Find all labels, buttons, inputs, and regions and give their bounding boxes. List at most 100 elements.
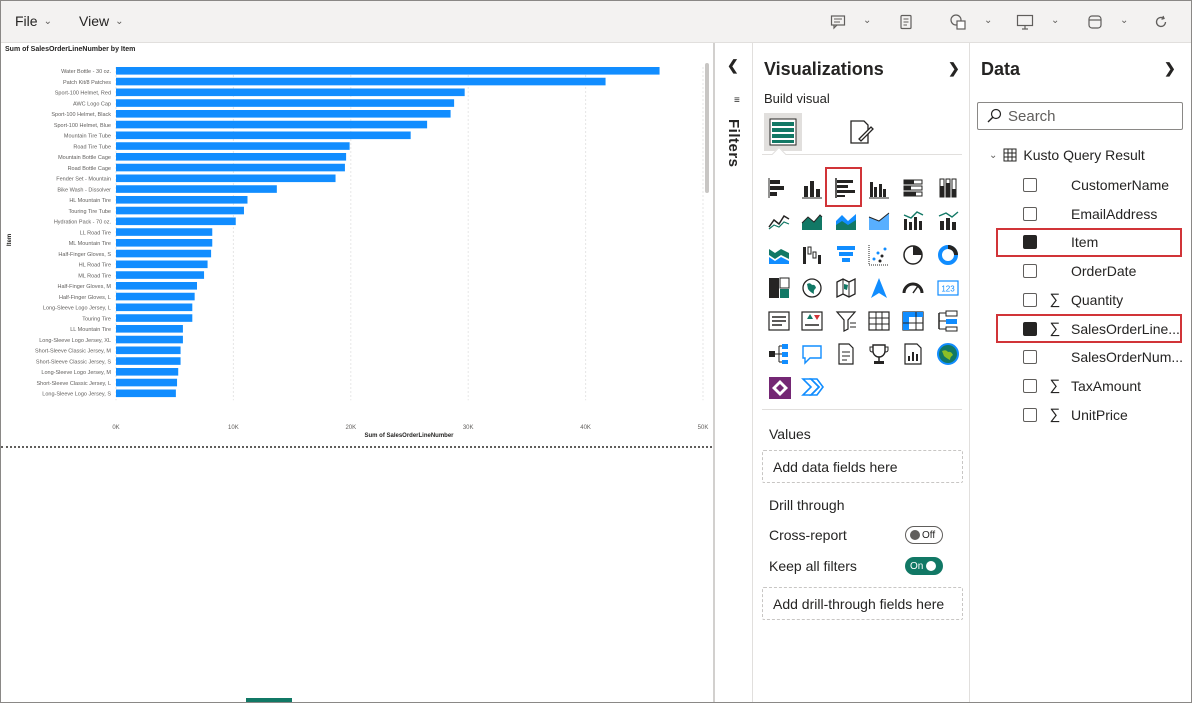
arcgis-map-button[interactable] [935, 341, 961, 367]
cross-report-toggle[interactable]: Off [905, 526, 943, 544]
chevron-down-icon[interactable]: ⌄ [984, 15, 992, 26]
chevron-down-icon[interactable]: ⌄ [1051, 15, 1059, 26]
line-stacked-column-button[interactable] [935, 208, 961, 234]
bar[interactable] [116, 217, 236, 226]
shapes-icon[interactable] [948, 12, 968, 32]
funnel-chart-button[interactable] [833, 242, 859, 268]
scatter-chart-button[interactable] [866, 242, 892, 268]
field-checkbox[interactable] [1023, 378, 1037, 393]
bar-chart[interactable]: 0K 10K 20K 30K 40K 50K Water Bottle - 30 oz. Pa… [1, 43, 712, 443]
bar[interactable] [116, 67, 660, 75]
field-row[interactable]: OrderDate [1023, 260, 1136, 282]
line-clustered-column-button[interactable] [900, 208, 926, 234]
chevron-down-icon[interactable]: ⌄ [863, 15, 871, 26]
bar[interactable] [116, 206, 244, 215]
treemap-button[interactable] [766, 275, 792, 301]
comment-icon[interactable] [828, 12, 848, 32]
build-visual-tab[interactable] [764, 113, 802, 151]
search-input[interactable]: Search [977, 102, 1183, 130]
bar[interactable] [116, 282, 198, 290]
chevron-down-icon[interactable]: ⌄ [1120, 15, 1128, 26]
field-row[interactable]: CustomerName [1023, 174, 1169, 196]
copilot-icon[interactable] [1085, 12, 1105, 32]
stacked-area-button[interactable] [833, 208, 859, 234]
ribbon-area-button[interactable] [866, 208, 892, 234]
ribbon-chart-button[interactable] [766, 242, 792, 268]
field-row[interactable]: ∑ TaxAmount [1023, 375, 1141, 397]
bar[interactable] [116, 249, 212, 258]
100-stacked-bar-button[interactable] [900, 175, 926, 201]
field-row[interactable]: SalesOrderNum... [1023, 346, 1183, 368]
clustered-bar-chart-button[interactable] [833, 175, 859, 201]
table-node[interactable]: ⌄ Kusto Query Result [989, 147, 1145, 163]
bar[interactable] [116, 368, 179, 376]
filled-map-button[interactable] [833, 275, 859, 301]
power-automate-button[interactable] [799, 374, 825, 400]
azure-map-button[interactable] [866, 275, 892, 301]
field-checkbox[interactable] [1023, 321, 1037, 336]
filters-label[interactable]: Filters [725, 119, 742, 168]
bar[interactable] [116, 325, 183, 333]
bar[interactable] [116, 239, 213, 247]
bar[interactable] [116, 346, 181, 355]
report-canvas[interactable]: Sum of SalesOrderLineNumber by Item 0K 10… [1, 43, 712, 702]
keep-filters-toggle[interactable]: On [905, 557, 943, 575]
field-checkbox[interactable] [1023, 206, 1037, 221]
bar[interactable] [116, 292, 195, 301]
bar[interactable] [116, 120, 428, 129]
bar[interactable] [116, 357, 181, 365]
stacked-bar-chart-button[interactable] [766, 175, 792, 201]
table-button[interactable] [866, 308, 892, 334]
bar[interactable] [116, 131, 411, 140]
values-drop-zone[interactable]: Add data fields here [762, 450, 963, 483]
smart-narrative-button[interactable] [833, 341, 859, 367]
field-checkbox[interactable] [1023, 178, 1037, 192]
field-checkbox[interactable] [1023, 264, 1037, 279]
matrix-button[interactable] [900, 308, 926, 334]
bar[interactable] [116, 142, 350, 150]
bar[interactable] [116, 271, 205, 279]
bar[interactable] [116, 77, 606, 86]
present-icon[interactable] [1015, 12, 1035, 32]
format-visual-tab[interactable] [842, 113, 880, 151]
card-button[interactable]: 123 [935, 275, 961, 301]
100-stacked-column-button[interactable] [935, 175, 961, 201]
field-row[interactable]: ∑ UnitPrice [1023, 404, 1128, 426]
paginated-report-button[interactable] [900, 341, 926, 367]
field-checkbox[interactable] [1023, 350, 1037, 365]
bar[interactable] [116, 378, 178, 387]
stacked-column-chart-button[interactable] [799, 175, 825, 201]
bar[interactable] [116, 335, 183, 344]
line-chart-button[interactable] [766, 208, 792, 234]
field-checkbox[interactable] [1023, 235, 1037, 250]
multi-row-card-button[interactable] [766, 308, 792, 334]
bar[interactable] [116, 99, 455, 107]
r-visual-button[interactable] [935, 308, 961, 334]
field-row[interactable]: EmailAddress [1023, 203, 1157, 225]
kpi-button[interactable] [799, 308, 825, 334]
page-tab-indicator[interactable] [246, 698, 292, 702]
bar[interactable] [116, 163, 345, 172]
clustered-column-chart-button[interactable] [866, 175, 892, 201]
field-row[interactable]: ∑ SalesOrderLine... [1023, 318, 1180, 340]
slicer-button[interactable] [833, 308, 859, 334]
view-menu[interactable]: View ⌄ [79, 13, 123, 29]
power-apps-button[interactable] [766, 374, 792, 400]
field-row[interactable]: Item [1023, 231, 1098, 253]
expand-icon[interactable]: ❯ [1164, 60, 1176, 77]
expand-icon[interactable]: ❯ [948, 60, 960, 77]
field-checkbox[interactable] [1023, 407, 1037, 422]
refresh-icon[interactable] [1151, 12, 1171, 32]
chart-scrollbar[interactable] [705, 63, 709, 193]
file-menu[interactable]: File ⌄ [15, 13, 52, 29]
map-button[interactable] [799, 275, 825, 301]
bar[interactable] [116, 196, 248, 204]
bar[interactable] [116, 153, 347, 161]
collapse-icon[interactable]: ❮ [727, 57, 739, 74]
pie-chart-button[interactable] [900, 242, 926, 268]
document-icon[interactable] [896, 12, 916, 32]
decomposition-tree-button[interactable] [766, 341, 792, 367]
bar[interactable] [116, 303, 193, 312]
bar[interactable] [116, 110, 451, 118]
field-row[interactable]: ∑ Quantity [1023, 289, 1123, 311]
